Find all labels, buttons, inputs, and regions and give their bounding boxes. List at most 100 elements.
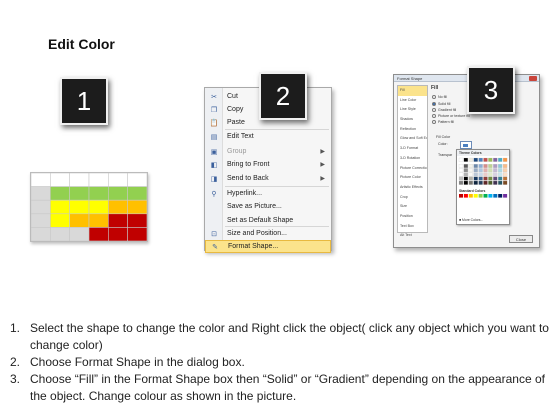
radio-icon[interactable] <box>432 102 436 106</box>
palette-swatch[interactable] <box>502 172 508 177</box>
menu-item-save-as-picture[interactable]: Save as Picture... <box>205 200 331 213</box>
menu-item-edit-text[interactable]: ▤ Edit Text <box>205 130 331 143</box>
fill-option[interactable]: No fill <box>432 95 447 99</box>
category-item[interactable]: Reflection <box>398 125 427 135</box>
palette-swatch[interactable] <box>463 176 469 181</box>
palette-swatch[interactable] <box>502 168 508 173</box>
palette-swatch[interactable] <box>468 164 473 168</box>
palette-swatch[interactable] <box>493 172 498 177</box>
close-icon[interactable] <box>529 76 537 81</box>
palette-swatch[interactable] <box>478 164 483 168</box>
palette-swatch[interactable] <box>463 164 469 168</box>
palette-swatches[interactable]: Standard Colors <box>457 156 509 218</box>
palette-swatch[interactable] <box>488 180 493 185</box>
palette-swatch[interactable] <box>463 157 469 162</box>
palette-swatch[interactable] <box>458 168 464 173</box>
color-picker-button[interactable] <box>460 141 472 149</box>
menu-item-size-and-position[interactable]: ⊡ Size and Position... <box>205 227 331 240</box>
category-item[interactable]: Glow and Soft Edges <box>398 134 427 144</box>
radio-icon[interactable] <box>432 114 436 118</box>
radio-icon[interactable] <box>432 95 436 99</box>
category-item[interactable]: Line Color <box>398 96 427 106</box>
palette-swatch[interactable] <box>493 168 498 173</box>
category-item[interactable]: Alt Text <box>398 231 427 241</box>
palette-swatch[interactable] <box>483 157 488 162</box>
category-item[interactable]: Line Style <box>398 105 427 115</box>
palette-swatch[interactable] <box>473 164 478 168</box>
palette-swatch[interactable] <box>502 157 508 162</box>
more-colors-link[interactable]: ■ More Colors... <box>459 218 483 222</box>
radio-icon[interactable] <box>432 120 436 124</box>
fill-option[interactable]: Pattern fill <box>432 120 454 124</box>
palette-swatch[interactable] <box>473 168 478 173</box>
menu-item-send-to-back[interactable]: ◨ Send to Back ▶ <box>205 172 331 185</box>
palette-swatch[interactable] <box>468 168 473 173</box>
category-item[interactable]: Text Box <box>398 222 427 232</box>
palette-swatch[interactable] <box>458 157 464 162</box>
palette-swatch[interactable] <box>478 180 483 185</box>
palette-swatch[interactable] <box>468 157 473 162</box>
palette-swatch[interactable] <box>488 194 493 198</box>
palette-swatch[interactable] <box>458 180 464 185</box>
palette-swatch[interactable] <box>458 176 464 181</box>
palette-swatch[interactable] <box>468 194 473 198</box>
palette-swatch[interactable] <box>473 157 478 162</box>
palette-swatch[interactable] <box>473 180 478 185</box>
palette-swatch[interactable] <box>488 168 493 173</box>
palette-swatch[interactable] <box>502 180 508 185</box>
palette-swatch[interactable] <box>498 157 503 162</box>
palette-swatch[interactable] <box>458 164 464 168</box>
palette-swatch[interactable] <box>493 194 498 198</box>
category-item[interactable]: 3-D Format <box>398 144 427 154</box>
radio-icon[interactable] <box>432 108 436 112</box>
palette-swatch[interactable] <box>459 194 463 198</box>
palette-swatch[interactable] <box>502 164 508 168</box>
palette-swatch[interactable] <box>473 194 478 198</box>
palette-swatch[interactable] <box>468 176 473 181</box>
palette-swatch[interactable] <box>483 172 488 177</box>
palette-swatch[interactable] <box>478 176 483 181</box>
menu-item-hyperlink[interactable]: ⚲ Hyperlink... <box>205 187 331 200</box>
palette-swatch[interactable] <box>488 172 493 177</box>
menu-item-group[interactable]: ▣ Group ▶ <box>205 145 331 158</box>
palette-swatch[interactable] <box>488 157 493 162</box>
close-button[interactable]: Close <box>509 235 533 243</box>
palette-swatch[interactable] <box>498 168 503 173</box>
palette-swatch[interactable] <box>483 168 488 173</box>
palette-swatch[interactable] <box>473 172 478 177</box>
palette-swatch[interactable] <box>478 157 483 162</box>
palette-swatch[interactable] <box>473 176 478 181</box>
palette-swatch[interactable] <box>498 194 503 198</box>
category-item[interactable]: Shadow <box>398 115 427 125</box>
palette-swatch[interactable] <box>493 176 498 181</box>
palette-swatch[interactable] <box>483 164 488 168</box>
palette-swatch[interactable] <box>493 180 498 185</box>
fill-option[interactable]: Picture or texture fill <box>432 114 470 118</box>
category-item[interactable]: 3-D Rotation <box>398 154 427 164</box>
color-grid-shape[interactable] <box>30 172 148 242</box>
palette-swatch[interactable] <box>478 172 483 177</box>
category-item[interactable]: Picture Color <box>398 173 427 183</box>
palette-swatch[interactable] <box>478 194 483 198</box>
fill-option[interactable]: Gradient fill <box>432 108 456 112</box>
menu-item-bring-to-front[interactable]: ◧ Bring to Front ▶ <box>205 158 331 171</box>
palette-swatch[interactable] <box>483 176 488 181</box>
palette-swatch[interactable] <box>463 180 469 185</box>
category-item[interactable]: Artistic Effects <box>398 183 427 193</box>
palette-swatch[interactable] <box>463 194 468 198</box>
palette-swatch[interactable] <box>468 172 473 177</box>
palette-swatch[interactable] <box>468 180 473 185</box>
palette-swatch[interactable] <box>493 157 498 162</box>
category-item[interactable]: Size <box>398 202 427 212</box>
palette-swatch[interactable] <box>502 176 508 181</box>
palette-swatch[interactable] <box>478 168 483 173</box>
palette-swatch[interactable] <box>483 180 488 185</box>
palette-swatch[interactable] <box>458 172 464 177</box>
palette-swatch[interactable] <box>488 164 493 168</box>
palette-swatch[interactable] <box>488 176 493 181</box>
category-item[interactable]: Position <box>398 212 427 222</box>
palette-swatch[interactable] <box>498 172 503 177</box>
palette-swatch[interactable] <box>463 168 469 173</box>
palette-swatch[interactable] <box>503 194 508 198</box>
palette-swatch[interactable] <box>463 172 469 177</box>
